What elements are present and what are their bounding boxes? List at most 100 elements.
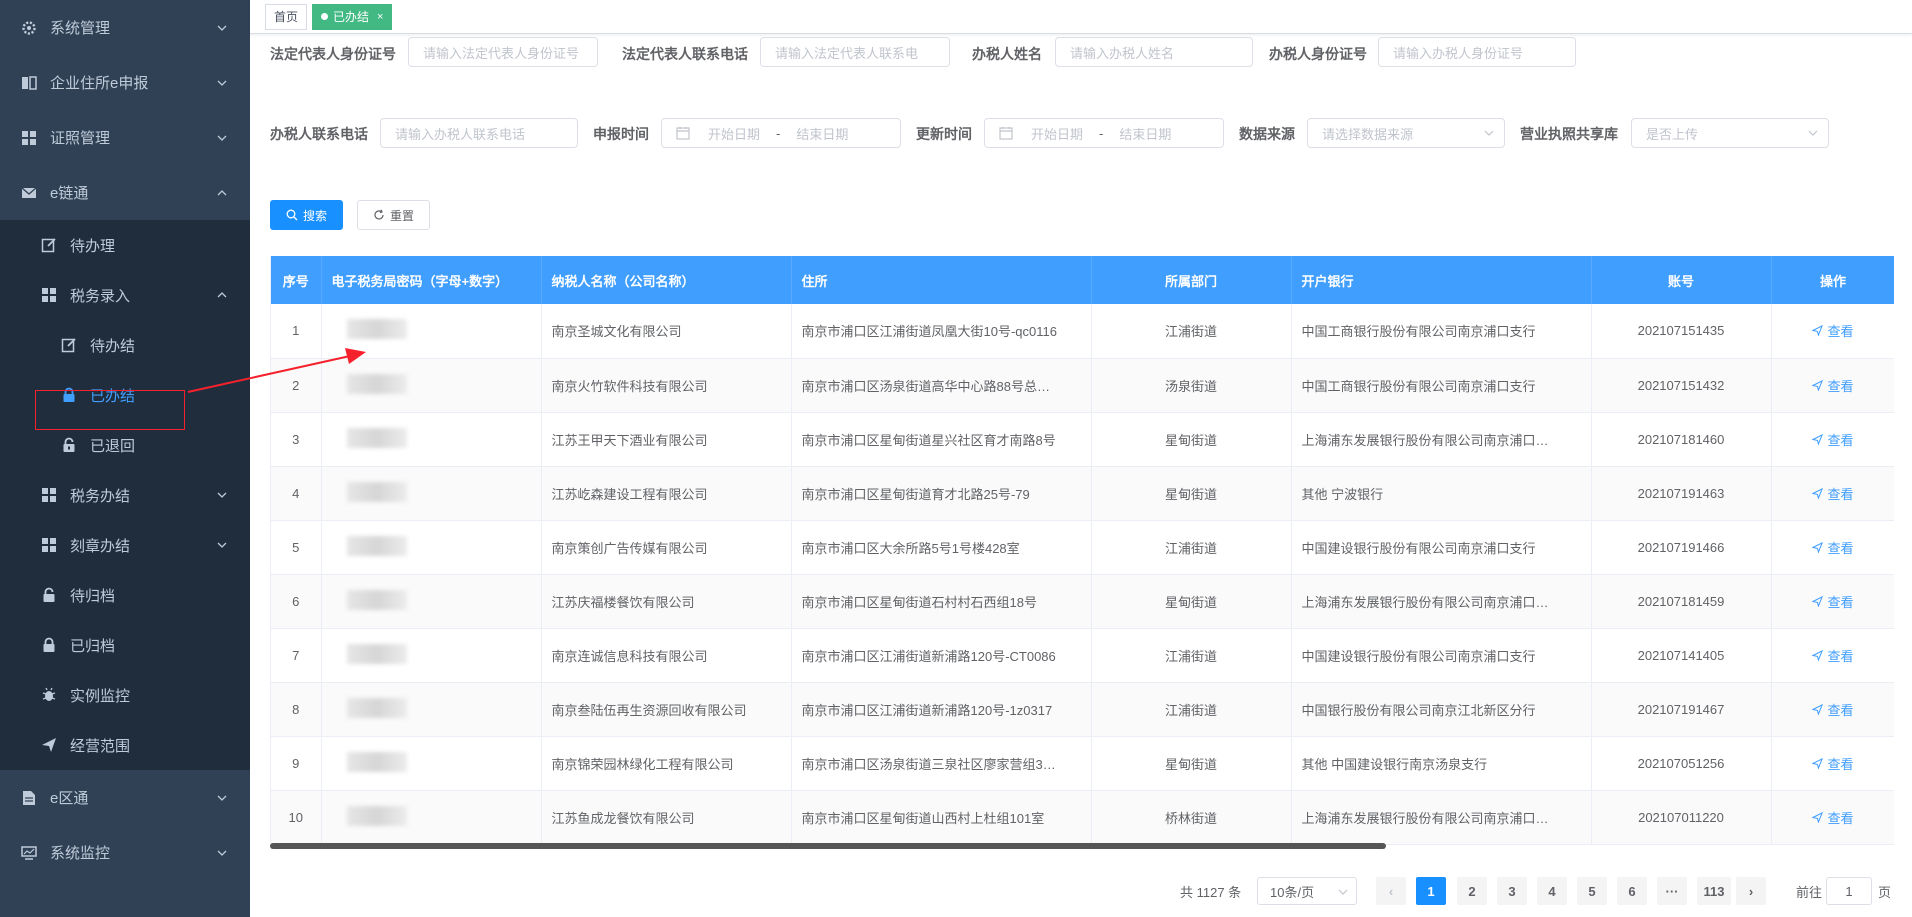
send-icon	[1812, 325, 1824, 337]
search-button-label: 搜索	[302, 208, 327, 223]
tag-current[interactable]: 已办结 ×	[312, 3, 393, 30]
search-button[interactable]: 搜索	[270, 200, 343, 230]
page-number-button[interactable]: 2	[1457, 877, 1487, 905]
update-time-range[interactable]: 开始日期 - 结束日期	[984, 118, 1224, 148]
redacted-blur	[346, 319, 407, 340]
page-number-button[interactable]: 3	[1497, 877, 1527, 905]
sidebar-item-tax-done[interactable]: 税务办结	[0, 470, 250, 520]
sidebar-item-system-management[interactable]: 系统管理	[0, 0, 250, 55]
sidebar-item-label: 已归档	[70, 637, 116, 655]
sidebar-item-pending-archive[interactable]: 待归档	[0, 570, 250, 620]
legal-id-input[interactable]: 请输入法定代表人身份证号	[408, 37, 598, 67]
cell-taxpayer-name: 江苏庆福楼餐饮有限公司	[541, 574, 792, 629]
unlock-icon	[40, 586, 58, 604]
share-select-placeholder: 是否上传	[1646, 126, 1699, 142]
sidebar-item-system-monitor[interactable]: 系统监控	[0, 825, 250, 880]
sidebar-item-equtong[interactable]: e区通	[0, 770, 250, 825]
view-link[interactable]: 查看	[1812, 700, 1854, 719]
view-link[interactable]: 查看	[1812, 754, 1854, 773]
sidebar-item-pending[interactable]: 待办理	[0, 220, 250, 270]
agent-name-input[interactable]: 请输入办税人姓名	[1055, 37, 1253, 67]
cell-actions: 查看	[1771, 466, 1894, 521]
lock-icon	[40, 636, 58, 654]
view-link[interactable]: 查看	[1812, 538, 1854, 557]
apply-time-range[interactable]: 开始日期 - 结束日期	[661, 118, 901, 148]
redacted-blur	[346, 643, 407, 664]
send-icon	[1812, 541, 1824, 553]
chevron-up-icon	[217, 292, 227, 298]
page-unit-label: 页	[1878, 884, 1892, 900]
apply-start-date[interactable]: 开始日期	[708, 124, 760, 143]
share-select[interactable]: 是否上传	[1631, 118, 1829, 148]
legal-phone-input[interactable]: 请输入法定代表人联系电	[760, 37, 950, 67]
sidebar-item-label: e链通	[50, 185, 89, 202]
apply-end-date[interactable]: 结束日期	[796, 124, 848, 143]
cell-account: 202107151435	[1591, 304, 1772, 359]
results-table: 序号 电子税务局密码（字母+数字） 纳税人名称（公司名称） 住所 所属部门 开户…	[270, 256, 1894, 848]
agent-id-input[interactable]: 请输入办税人身份证号	[1378, 37, 1576, 67]
sidebar-item-archived[interactable]: 已归档	[0, 620, 250, 670]
reset-button[interactable]: 重置	[357, 200, 430, 230]
page-number-button[interactable]: 1	[1416, 877, 1446, 905]
cell-actions: 查看	[1771, 412, 1894, 467]
sidebar-item-tax-entry[interactable]: 税务录入	[0, 270, 250, 320]
sidebar-item-license-management[interactable]: 证照管理	[0, 110, 250, 165]
close-icon[interactable]: ×	[377, 5, 383, 29]
view-link-label: 查看	[1827, 702, 1854, 718]
grid-icon	[40, 286, 58, 304]
view-link[interactable]: 查看	[1812, 321, 1854, 340]
cell-taxpayer-name: 南京锦荣园林绿化工程有限公司	[541, 736, 792, 791]
view-link[interactable]: 查看	[1812, 646, 1854, 665]
sidebar-item-label: e区通	[50, 790, 89, 807]
view-link[interactable]: 查看	[1812, 484, 1854, 503]
page-size-select[interactable]: 10条/页	[1257, 877, 1357, 905]
page-number-button[interactable]: 5	[1577, 877, 1607, 905]
table-row: 3 江苏王甲天下酒业有限公司 南京市浦口区星甸街道星兴社区育才南路8号 星甸街道 上海浦…	[271, 412, 1894, 467]
chevron-down-icon	[217, 25, 227, 31]
update-end-date[interactable]: 结束日期	[1119, 124, 1171, 143]
sidebar-item-seal-done[interactable]: 刻章办结	[0, 520, 250, 570]
chevron-down-icon	[217, 135, 227, 141]
cell-account: 202107181460	[1591, 412, 1772, 467]
sidebar-item-elink[interactable]: e链通	[0, 165, 250, 220]
cell-taxpayer-name: 南京圣城文化有限公司	[541, 304, 792, 359]
redacted-blur	[346, 751, 407, 772]
cell-account: 202107151432	[1591, 358, 1772, 413]
horizontal-scrollbar[interactable]	[270, 843, 1386, 849]
goto-page-input[interactable]: 1	[1826, 877, 1872, 905]
cell-address: 南京市浦口区星甸街道山西村上杜组101室	[791, 790, 1092, 845]
source-select[interactable]: 请选择数据来源	[1307, 118, 1505, 148]
tag-home[interactable]: 首页	[265, 3, 308, 30]
redacted-blur	[346, 589, 407, 610]
refresh-icon	[374, 209, 384, 220]
view-link-label: 查看	[1827, 756, 1854, 772]
view-link[interactable]: 查看	[1812, 808, 1854, 827]
update-start-date[interactable]: 开始日期	[1031, 124, 1083, 143]
cell-bank: 中国银行股份有限公司南京江北新区分行	[1291, 682, 1592, 737]
prev-page-button[interactable]: ‹	[1376, 877, 1406, 905]
cell-account: 202107011220	[1591, 790, 1772, 845]
sidebar-item-enterprise-residence[interactable]: 企业住所e申报	[0, 55, 250, 110]
view-link[interactable]: 查看	[1812, 430, 1854, 449]
tag-current-label: 已办结	[333, 9, 370, 24]
table-header-row: 序号 电子税务局密码（字母+数字） 纳税人名称（公司名称） 住所 所属部门 开户…	[271, 256, 1894, 304]
page-number-button[interactable]: 6	[1617, 877, 1647, 905]
send-icon	[1812, 379, 1824, 391]
agent-id-label: 办税人身份证号	[1269, 46, 1367, 62]
active-dot-icon	[321, 13, 329, 20]
sidebar-item-pending-close[interactable]: 待办结	[0, 320, 250, 370]
sidebar-item-label: 经营范围	[70, 737, 131, 755]
sidebar-item-business-scope[interactable]: 经营范围	[0, 720, 250, 770]
next-page-button[interactable]: ›	[1736, 877, 1766, 905]
page-ellipsis[interactable]: ···	[1657, 877, 1687, 905]
cell-tax-password-redacted	[321, 466, 542, 521]
page-number-button[interactable]: 4	[1537, 877, 1567, 905]
cell-taxpayer-name: 南京火竹软件科技有限公司	[541, 358, 792, 413]
view-link[interactable]: 查看	[1812, 376, 1854, 395]
date-separator: -	[1099, 125, 1104, 141]
page-number-button[interactable]: 113	[1697, 877, 1731, 905]
sidebar-item-instance-monitor[interactable]: 实例监控	[0, 670, 250, 720]
elink-submenu: 待办理 税务录入 待办结 已办结 已退回 税务办结 刻章办结 待归档 已归档 实…	[0, 220, 250, 770]
agent-phone-input[interactable]: 请输入办税人联系电话	[380, 118, 578, 148]
view-link[interactable]: 查看	[1812, 592, 1854, 611]
